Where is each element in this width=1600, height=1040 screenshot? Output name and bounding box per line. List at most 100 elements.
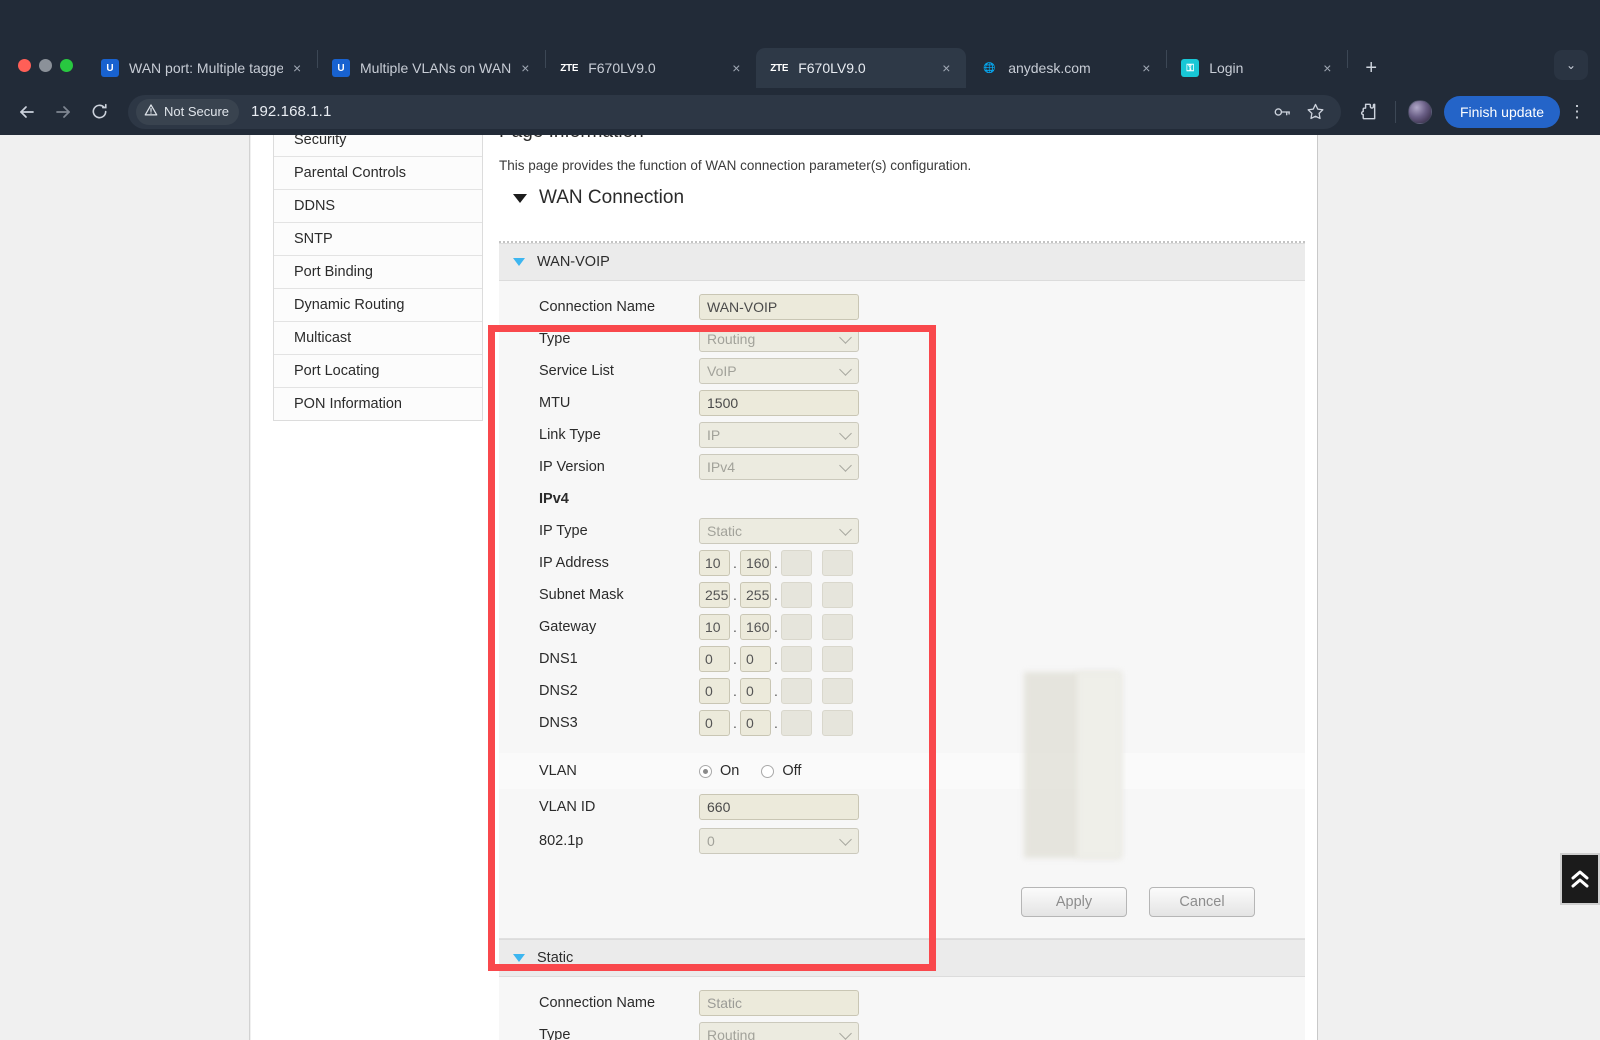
maximize-window-button[interactable]	[60, 59, 73, 72]
browser-tab-2[interactable]: ZTE F670LV9.0 ×	[546, 48, 756, 88]
octet-1-input[interactable]: 0	[699, 710, 730, 736]
close-icon[interactable]: ×	[293, 61, 307, 75]
connection-name-input[interactable]: WAN-VOIP	[699, 294, 859, 320]
octet-2-input[interactable]: 0	[740, 710, 771, 736]
octet-2-input[interactable]: 255	[740, 582, 771, 608]
caret-down-blue-icon[interactable]	[513, 258, 525, 266]
minimize-window-button[interactable]	[39, 59, 52, 72]
browser-tab-0[interactable]: U WAN port: Multiple tagge ×	[87, 48, 317, 88]
sidebar-item-parental-controls[interactable]: Parental Controls	[274, 156, 482, 189]
vlan-off-radio[interactable]	[761, 764, 775, 778]
service-list-select[interactable]: VoIP	[699, 358, 859, 384]
sidebar-item-port-binding[interactable]: Port Binding	[274, 255, 482, 288]
octet-4-input[interactable]	[822, 582, 853, 608]
vlan-id-input[interactable]: 660	[699, 794, 859, 820]
browser-tab-5[interactable]: ⚿ Login ×	[1167, 48, 1347, 88]
site-security-badge[interactable]: Not Secure	[136, 98, 240, 125]
octet-4-input[interactable]	[822, 614, 853, 640]
octet-separator: .	[774, 619, 778, 635]
cancel-button[interactable]: Cancel	[1149, 886, 1255, 917]
octet-1-input[interactable]: 255	[699, 582, 730, 608]
octet-1-input[interactable]: 0	[699, 646, 730, 672]
octet-4-input[interactable]	[822, 550, 853, 576]
finish-update-button[interactable]: Finish update	[1443, 95, 1560, 128]
field-label: DNS2	[539, 683, 578, 699]
octet-4-input[interactable]	[822, 646, 853, 672]
address-bar[interactable]: Not Secure 192.168.1.1	[128, 94, 1341, 129]
octet-3-input[interactable]	[781, 614, 812, 640]
puzzle-piece-icon[interactable]	[1353, 97, 1383, 127]
sidebar-item-sntp[interactable]: SNTP	[274, 222, 482, 255]
octet-2-input[interactable]: 160	[740, 614, 771, 640]
field-row-dns3: DNS3 0 . 0 .	[499, 707, 1305, 739]
octet-4-input[interactable]	[822, 710, 853, 736]
close-icon[interactable]: ×	[1142, 61, 1156, 75]
select-value: IPv4	[707, 459, 736, 475]
ubiquiti-icon: U	[101, 59, 119, 77]
caret-down-blue-icon[interactable]	[513, 954, 525, 962]
static-type-select[interactable]: Routing	[699, 1022, 859, 1040]
avatar[interactable]	[1407, 99, 1432, 124]
wan-voip-subsection-header[interactable]: WAN-VOIP	[499, 243, 1305, 281]
field-row-dns1: DNS1 0 . 0 .	[499, 643, 1305, 675]
static-connection-name-input[interactable]: Static	[699, 990, 859, 1016]
forward-arrow-icon[interactable]	[46, 95, 80, 129]
new-tab-button[interactable]: +	[1356, 53, 1386, 83]
sidebar-item-dynamic-routing[interactable]: Dynamic Routing	[274, 288, 482, 321]
vlan-on-label: On	[720, 763, 740, 779]
close-icon[interactable]: ×	[732, 61, 746, 75]
close-icon[interactable]: ×	[521, 61, 535, 75]
kebab-menu-icon[interactable]: ⋮	[1566, 102, 1588, 122]
select-value: Static	[707, 523, 743, 539]
ipv4-group-label: IPv4	[539, 491, 569, 507]
link-type-select[interactable]: IP	[699, 422, 859, 448]
octet-2-input[interactable]: 160	[740, 550, 771, 576]
mtu-input[interactable]: 1500	[699, 390, 859, 416]
close-icon[interactable]: ×	[1323, 61, 1337, 75]
octet-4-input[interactable]	[822, 678, 853, 704]
url-text[interactable]: 192.168.1.1	[251, 103, 331, 120]
octet-3-input[interactable]	[781, 582, 812, 608]
sidebar-item-security[interactable]: Security	[274, 135, 482, 156]
sidebar-item-port-locating[interactable]: Port Locating	[274, 354, 482, 387]
octet-1-input[interactable]: 10	[699, 614, 730, 640]
octet-1-input[interactable]: 10	[699, 550, 730, 576]
tab-title: Multiple VLANs on WAN	[360, 60, 512, 76]
browser-tab-3-active[interactable]: ZTE F670LV9.0 ×	[756, 48, 967, 88]
octet-3-input[interactable]	[781, 646, 812, 672]
apply-button[interactable]: Apply	[1021, 886, 1127, 917]
tab-title: Login	[1209, 60, 1244, 76]
tab-search-chevron-down-icon[interactable]: ⌄	[1554, 50, 1588, 80]
caret-down-icon[interactable]	[513, 193, 527, 203]
octet-1-input[interactable]: 0	[699, 678, 730, 704]
type-select[interactable]: Routing	[699, 326, 859, 352]
scroll-to-top-button[interactable]	[1560, 853, 1600, 905]
star-icon[interactable]	[1301, 97, 1331, 127]
wan-voip-form: Connection Name WAN-VOIP Type Routing Se…	[499, 281, 1305, 865]
sidebar-item-multicast[interactable]: Multicast	[274, 321, 482, 354]
field-row-dns2: DNS2 0 . 0 .	[499, 675, 1305, 707]
browser-tab-4[interactable]: 🌐 anydesk.com ×	[966, 48, 1166, 88]
vlan-on-radio[interactable]	[699, 764, 712, 778]
dot1p-select[interactable]: 0	[699, 828, 859, 854]
ip-type-select[interactable]: Static	[699, 518, 859, 544]
ip-version-select[interactable]: IPv4	[699, 454, 859, 480]
reload-icon[interactable]	[82, 95, 116, 129]
sidebar-item-pon-information[interactable]: PON Information	[274, 387, 482, 420]
wan-connection-section-header[interactable]: WAN Connection	[499, 173, 1305, 219]
field-row-ip-type: IP Type Static	[499, 515, 1305, 547]
toolbar-divider	[1394, 100, 1396, 123]
browser-tab-1[interactable]: U Multiple VLANs on WAN ×	[318, 48, 545, 88]
octet-2-input[interactable]: 0	[740, 646, 771, 672]
octet-3-input[interactable]	[781, 550, 812, 576]
octet-3-input[interactable]	[781, 710, 812, 736]
field-label: Subnet Mask	[539, 587, 624, 603]
static-subsection-header[interactable]: Static	[499, 939, 1305, 977]
close-window-button[interactable]	[18, 59, 31, 72]
octet-2-input[interactable]: 0	[740, 678, 771, 704]
back-arrow-icon[interactable]	[10, 95, 44, 129]
key-icon[interactable]	[1267, 97, 1297, 127]
sidebar-item-ddns[interactable]: DDNS	[274, 189, 482, 222]
close-icon[interactable]: ×	[942, 61, 956, 75]
octet-3-input[interactable]	[781, 678, 812, 704]
